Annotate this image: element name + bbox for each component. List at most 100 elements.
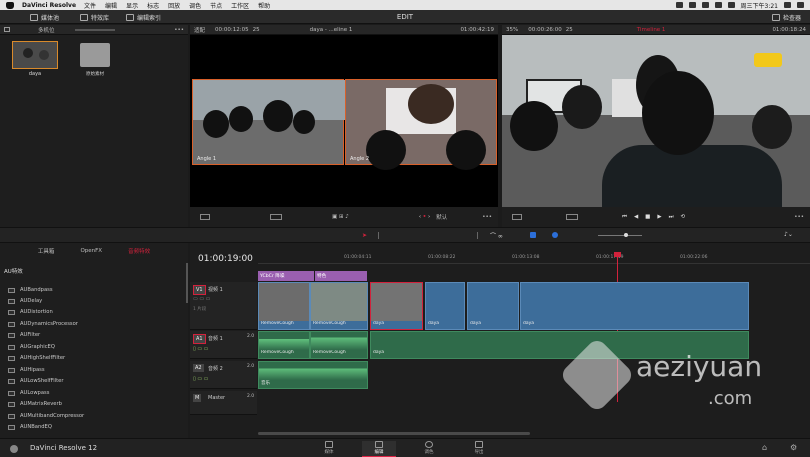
page-edit[interactable]: 编辑 bbox=[362, 441, 396, 457]
status-icon[interactable] bbox=[688, 2, 696, 8]
video-clip[interactable]: daya bbox=[370, 282, 423, 330]
edit-index-button[interactable]: 编辑索引 bbox=[126, 12, 161, 22]
fx-item[interactable]: AUFilter bbox=[8, 330, 40, 340]
tab-toolbox[interactable]: 工具箱 bbox=[38, 247, 55, 255]
fx-item[interactable]: AUMultibandCompressor bbox=[8, 411, 84, 421]
media-pool-button[interactable]: 媒体池 bbox=[30, 12, 59, 22]
fx-icon bbox=[8, 413, 15, 419]
fx-item[interactable]: AUDelay bbox=[8, 296, 42, 306]
video-clip[interactable]: RemoveCough bbox=[310, 282, 368, 330]
timeline-ruler[interactable]: 01:00:04:11 01:00:08:22 01:00:13:08 01:0… bbox=[258, 252, 810, 264]
timeline-viewer[interactable] bbox=[502, 35, 810, 207]
status-icon[interactable] bbox=[675, 2, 683, 8]
tab-audio-fx[interactable]: 音频特效 bbox=[128, 247, 150, 255]
angle-2[interactable]: Angle 2 bbox=[345, 79, 497, 170]
menu-edit[interactable]: 编辑 bbox=[105, 1, 117, 10]
more-icon[interactable]: ••• bbox=[482, 214, 492, 220]
zoom-slider-handle[interactable] bbox=[624, 233, 628, 237]
menu-list-icon[interactable] bbox=[797, 2, 804, 8]
menu-nodes[interactable]: 节点 bbox=[210, 1, 222, 10]
fx-item[interactable]: AUDynamicsProcessor bbox=[8, 319, 78, 329]
fx-item[interactable]: AUHighShelfFilter bbox=[8, 353, 65, 363]
video-clip[interactable]: RemoveCough bbox=[258, 282, 310, 330]
folder-name[interactable]: 多机位 bbox=[38, 26, 55, 34]
fx-item[interactable]: AUNBandEQ bbox=[8, 422, 52, 432]
video-clip[interactable]: daya bbox=[520, 282, 749, 330]
clock[interactable]: 周三下午3:21 bbox=[741, 1, 778, 10]
timeline-zoom[interactable]: 35% bbox=[506, 27, 518, 33]
selection-tool-icon[interactable]: ➤ bbox=[362, 232, 367, 239]
fx-item[interactable]: AUGraphicEQ bbox=[8, 342, 55, 352]
apple-icon[interactable] bbox=[6, 1, 14, 9]
fx-item[interactable]: AUHipass bbox=[8, 365, 45, 375]
tab-openfx[interactable]: OpenFX bbox=[80, 248, 102, 254]
track-id[interactable]: M bbox=[193, 394, 202, 402]
page-deliver[interactable]: 导出 bbox=[462, 441, 496, 457]
layout-icon[interactable] bbox=[200, 214, 210, 220]
playhead-handle[interactable] bbox=[614, 252, 621, 257]
track-controls[interactable]: ▯ ▭ ▭ bbox=[193, 376, 208, 382]
fx-clip-header[interactable]: YCbCr 降噪 bbox=[258, 271, 314, 281]
list-view-icon[interactable] bbox=[4, 27, 10, 32]
page-color[interactable]: 调色 bbox=[412, 441, 446, 457]
menu-help[interactable]: 帮助 bbox=[258, 1, 270, 10]
track-controls[interactable]: ▭ ▭ ▭ bbox=[193, 296, 210, 302]
menu-view[interactable]: 显示 bbox=[126, 1, 138, 10]
source-viewer[interactable]: Angle 1 Angle 2 bbox=[190, 35, 498, 207]
in-out-icon[interactable]: ▣ ⊞ ♪ bbox=[332, 214, 349, 220]
thumb-size-slider[interactable] bbox=[74, 28, 115, 31]
search-icon[interactable] bbox=[784, 2, 791, 8]
clip-label: RemoveCough bbox=[261, 350, 294, 355]
video-clip[interactable]: daya bbox=[467, 282, 519, 330]
home-icon[interactable]: ⌂ bbox=[762, 443, 767, 452]
marker-icon[interactable] bbox=[552, 232, 558, 238]
volume-icon[interactable] bbox=[714, 2, 722, 8]
fx-item[interactable]: AUBandpass bbox=[8, 285, 53, 295]
folder-icon[interactable] bbox=[80, 43, 110, 67]
layout-icon[interactable] bbox=[512, 214, 522, 220]
fx-item[interactable]: AUDistortion bbox=[8, 307, 53, 317]
page-media[interactable]: 媒体 bbox=[312, 441, 346, 457]
menu-color[interactable]: 调色 bbox=[189, 1, 201, 10]
menu-mark[interactable]: 标志 bbox=[147, 1, 159, 10]
menu-file[interactable]: 文件 bbox=[84, 1, 96, 10]
app-menu[interactable]: DaVinci Resolve bbox=[22, 2, 76, 9]
audio-meter-icon[interactable]: ♪⌄ bbox=[784, 231, 793, 238]
effects-library-button[interactable]: 特效库 bbox=[80, 12, 109, 22]
edit-tools-group[interactable] bbox=[378, 232, 478, 239]
audio-clip-music[interactable]: 音乐 bbox=[258, 361, 368, 389]
inspector-button[interactable]: 检查器 bbox=[772, 12, 801, 22]
video-clip[interactable]: daya bbox=[425, 282, 465, 330]
flag-icon[interactable] bbox=[530, 232, 536, 238]
more-icon[interactable]: ••• bbox=[794, 214, 804, 220]
default-dropdown[interactable]: 默认 bbox=[436, 213, 447, 221]
fx-item[interactable]: AULowpass bbox=[8, 388, 49, 398]
angle-1[interactable]: Angle 1 bbox=[192, 79, 345, 165]
audio-clip[interactable]: RemoveCough bbox=[310, 331, 368, 359]
menu-playback[interactable]: 回放 bbox=[168, 1, 180, 10]
timeline-scrollbar[interactable] bbox=[258, 432, 530, 435]
track-id[interactable]: A2 bbox=[193, 364, 204, 372]
match-frame-icon[interactable] bbox=[566, 214, 578, 220]
track-id[interactable]: V1 bbox=[193, 285, 206, 295]
clip-thumbnail-daya[interactable] bbox=[12, 41, 58, 69]
source-zoom[interactable]: 适配 bbox=[194, 26, 205, 34]
audio-clip[interactable]: RemoveCough bbox=[258, 331, 310, 359]
menu-workspace[interactable]: 工作区 bbox=[231, 1, 249, 10]
prev-angle-button[interactable]: ‹ • › bbox=[419, 214, 430, 220]
watermark-text: aeziyuan bbox=[636, 350, 763, 383]
track-id[interactable]: A1 bbox=[193, 334, 206, 344]
more-icon[interactable]: ••• bbox=[174, 27, 184, 33]
transport-controls[interactable]: ⏮◀■▶⏭⟲ bbox=[622, 214, 692, 221]
scrollbar[interactable] bbox=[186, 263, 188, 303]
fx-clip-header[interactable]: 特色 bbox=[315, 271, 367, 281]
snapping-icon[interactable]: ⌒ ∞ bbox=[490, 231, 503, 240]
match-frame-icon[interactable] bbox=[270, 214, 282, 220]
wifi-icon[interactable] bbox=[701, 2, 709, 8]
zoom-slider[interactable] bbox=[598, 235, 642, 236]
fx-item[interactable]: AUMatrixReverb bbox=[8, 399, 62, 409]
fx-item[interactable]: AULowShelfFilter bbox=[8, 376, 63, 386]
track-controls[interactable]: ▯ ▭ ▭ bbox=[193, 346, 208, 352]
gear-icon[interactable]: ⚙ bbox=[790, 443, 797, 452]
battery-icon[interactable] bbox=[727, 2, 735, 8]
